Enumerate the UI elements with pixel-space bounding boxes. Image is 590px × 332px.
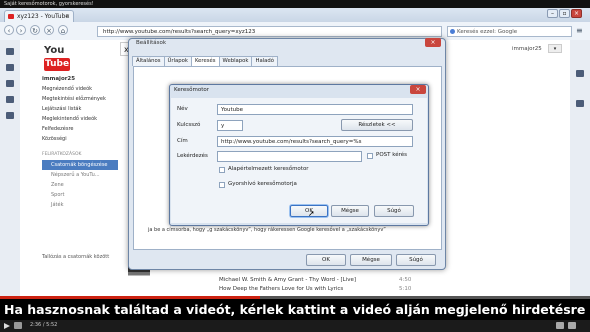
search-results: Michael W. Smith & Amy Grant - Thy Word …	[219, 276, 419, 294]
result-duration: 4:50	[399, 277, 412, 283]
nav-item[interactable]: Meglekintendő videók	[42, 114, 118, 124]
address-bar[interactable]: http://www.youtube.com/results?search_qu…	[97, 26, 442, 37]
keyword-field[interactable]: y	[217, 120, 243, 131]
nav-item[interactable]: Megnézendő videók	[42, 84, 118, 94]
maximize-button[interactable]: ▫	[559, 9, 570, 18]
nav-item[interactable]: Lejátszási listák	[42, 104, 118, 114]
minimize-button[interactable]: –	[547, 9, 558, 18]
settings-cancel-button[interactable]: Mégse	[350, 254, 392, 266]
result-duration: 5:10	[399, 286, 412, 292]
menu-icon[interactable]: ≡	[576, 26, 586, 36]
tab-forms[interactable]: Űrlapok	[163, 56, 192, 66]
youtube-logo[interactable]: You Tube	[44, 44, 78, 71]
nav-item[interactable]: immajor25	[42, 74, 118, 84]
right-sidebar-panel	[570, 40, 590, 298]
default-engine-checkbox[interactable]	[219, 167, 225, 173]
settings-gear-icon[interactable]	[556, 322, 564, 329]
settings-tabs: Általános Űrlapok Keresés Weblapok Haladó	[132, 56, 279, 67]
tab-advanced[interactable]: Haladó	[251, 56, 279, 66]
post-label: POST kérés	[376, 152, 408, 158]
feeds-icon[interactable]	[6, 80, 14, 87]
speeddial-label: Gyorshívó keresőmotorja	[228, 181, 297, 187]
mouse-cursor-icon: ➚	[308, 209, 315, 218]
details-button[interactable]: Részletek <<	[341, 119, 413, 131]
result-row[interactable]: How Deep the Fathers Love for Us with Ly…	[219, 285, 419, 294]
home-icon[interactable]: ⌂	[58, 25, 68, 35]
panel-icon[interactable]	[576, 70, 584, 77]
panel-icon-2[interactable]	[576, 100, 584, 107]
nav-item[interactable]: Megtekintési előzmények	[42, 94, 118, 104]
nav-item[interactable]: Játék	[42, 200, 118, 210]
video-time: 2:36 / 5:52	[30, 322, 58, 328]
youtube-favicon-icon	[8, 14, 14, 19]
keyword-label: Kulcsszó	[177, 122, 201, 128]
youtube-sidenav: immajor25 Megnézendő videók Megtekintési e…	[42, 74, 118, 210]
video-title-overlay: Saját keresőmotorok, gyorskeresés!	[0, 0, 590, 8]
result-title[interactable]: Michael W. Smith & Amy Grant - Thy Word …	[219, 277, 356, 283]
bookmarks-icon[interactable]	[6, 48, 14, 55]
address-field[interactable]: http://www.youtube.com/results?search_qu…	[217, 136, 413, 147]
browser-titlebar	[0, 8, 590, 22]
result-title[interactable]: How Deep the Fathers Love for Us with Ly…	[219, 286, 343, 292]
name-field[interactable]: Youtube	[217, 104, 413, 115]
nav-item[interactable]: Felfedezésre	[42, 124, 118, 134]
mail-icon[interactable]	[6, 64, 14, 71]
fullscreen-icon[interactable]	[568, 322, 576, 329]
player-controls	[0, 320, 590, 332]
reload-icon[interactable]: ↻	[30, 25, 40, 35]
logo-tube: Tube	[44, 58, 71, 71]
window-controls: – ▫ ×	[546, 9, 586, 19]
play-icon[interactable]	[4, 323, 10, 329]
browser-tab[interactable]: xyz123 - YouTube ×	[4, 10, 74, 22]
volume-icon[interactable]	[14, 322, 22, 329]
tab-general[interactable]: Általános	[132, 56, 165, 66]
engine-cancel-button[interactable]: Mégse	[331, 205, 369, 217]
browser-search-input[interactable]: Keresés ezzel: Google	[447, 26, 572, 37]
nav-item[interactable]: Sport	[42, 190, 118, 200]
engine-dialog-title: Keresőmotor	[174, 87, 209, 93]
left-sidebar-panel	[0, 40, 20, 298]
logo-you: You	[44, 45, 65, 56]
browse-channels-link[interactable]: Tallózás a csatornák között	[42, 254, 109, 260]
nav-item[interactable]: Zene	[42, 180, 118, 190]
nav-section-header: FELIRATKOZÁSOK	[42, 152, 82, 157]
name-label: Név	[177, 106, 188, 112]
query-field[interactable]	[217, 151, 362, 162]
tab-close-icon[interactable]: ×	[65, 11, 70, 22]
user-dropdown-button[interactable]: ▾	[548, 44, 562, 53]
engine-help-button[interactable]: Súgó	[374, 205, 414, 217]
google-icon	[450, 29, 455, 34]
search-placeholder: Keresés ezzel: Google	[457, 29, 518, 35]
nav-item[interactable]: Közösségi	[42, 134, 118, 144]
tab-title: xyz123 - YouTube	[17, 13, 70, 20]
back-arrow-icon[interactable]: ‹	[4, 25, 14, 35]
result-row[interactable]: Michael W. Smith & Amy Grant - Thy Word …	[219, 276, 419, 285]
settings-close-button[interactable]: ×	[425, 38, 441, 47]
speeddial-checkbox[interactable]	[219, 182, 225, 188]
username[interactable]: immajor25	[512, 46, 542, 52]
video-subtitle: Ha hasznosnak találtad a videót, kérlek …	[4, 302, 590, 317]
nav-item[interactable]: Népszerű a YouTu...	[42, 170, 118, 180]
default-engine-label: Alapértelmezett keresőmotor	[228, 166, 309, 172]
settings-dialog-title: Beállítások	[136, 40, 167, 46]
query-label: Lekérdezés	[177, 153, 208, 159]
settings-help-button[interactable]: Súgó	[396, 254, 436, 266]
engine-close-button[interactable]: ×	[410, 85, 426, 94]
forward-arrow-icon[interactable]: ›	[16, 25, 26, 35]
history-icon[interactable]	[6, 96, 14, 103]
tab-webpages[interactable]: Weblapok	[218, 56, 253, 66]
settings-ok-button[interactable]: OK	[306, 254, 346, 266]
post-checkbox[interactable]	[367, 153, 373, 159]
nav-item[interactable]: Csatornák böngészése	[42, 160, 118, 170]
downloads-icon[interactable]	[6, 112, 14, 119]
search-hint-text: ja be a címsorba, hogy „g szakácskönyv”,…	[148, 227, 386, 233]
address-label: Cím	[177, 138, 188, 144]
close-window-button[interactable]: ×	[571, 9, 582, 18]
stop-icon[interactable]: ×	[44, 25, 54, 35]
